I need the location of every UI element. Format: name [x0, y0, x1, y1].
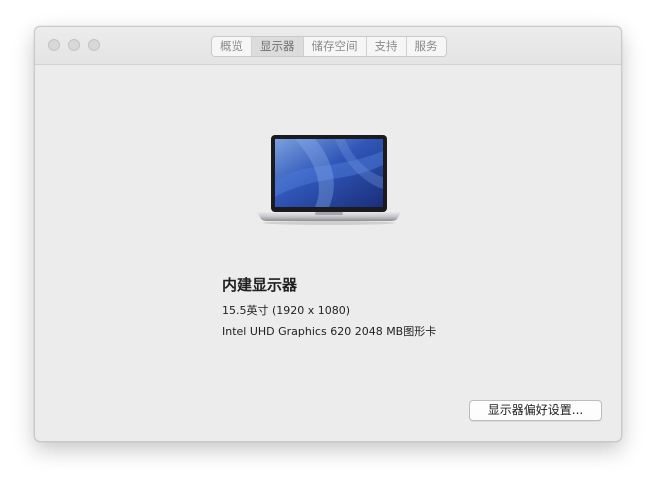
display-name: 内建显示器	[222, 276, 298, 294]
graphics-info: Intel UHD Graphics 620 2048 MB图形卡	[222, 325, 437, 338]
window-titlebar: 概览 显示器 储存空间 支持 服务	[35, 27, 621, 65]
tab-displays[interactable]: 显示器	[252, 37, 304, 56]
tab-overview[interactable]: 概览	[212, 37, 252, 56]
tab-support[interactable]: 支持	[367, 37, 407, 56]
about-this-mac-window: 概览 显示器 储存空间 支持 服务 内建显示器 15.5英寸 (1920 x 1…	[34, 26, 622, 442]
tab-service[interactable]: 服务	[407, 37, 446, 56]
display-size-resolution: 15.5英寸 (1920 x 1080)	[222, 304, 351, 317]
display-preferences-button[interactable]: 显示器偏好设置...	[469, 400, 602, 421]
close-button[interactable]	[48, 39, 60, 51]
tab-bar: 概览 显示器 储存空间 支持 服务	[211, 36, 447, 57]
zoom-button[interactable]	[88, 39, 100, 51]
laptop-icon	[257, 135, 401, 225]
tab-storage[interactable]: 储存空间	[304, 37, 367, 56]
minimize-button[interactable]	[68, 39, 80, 51]
